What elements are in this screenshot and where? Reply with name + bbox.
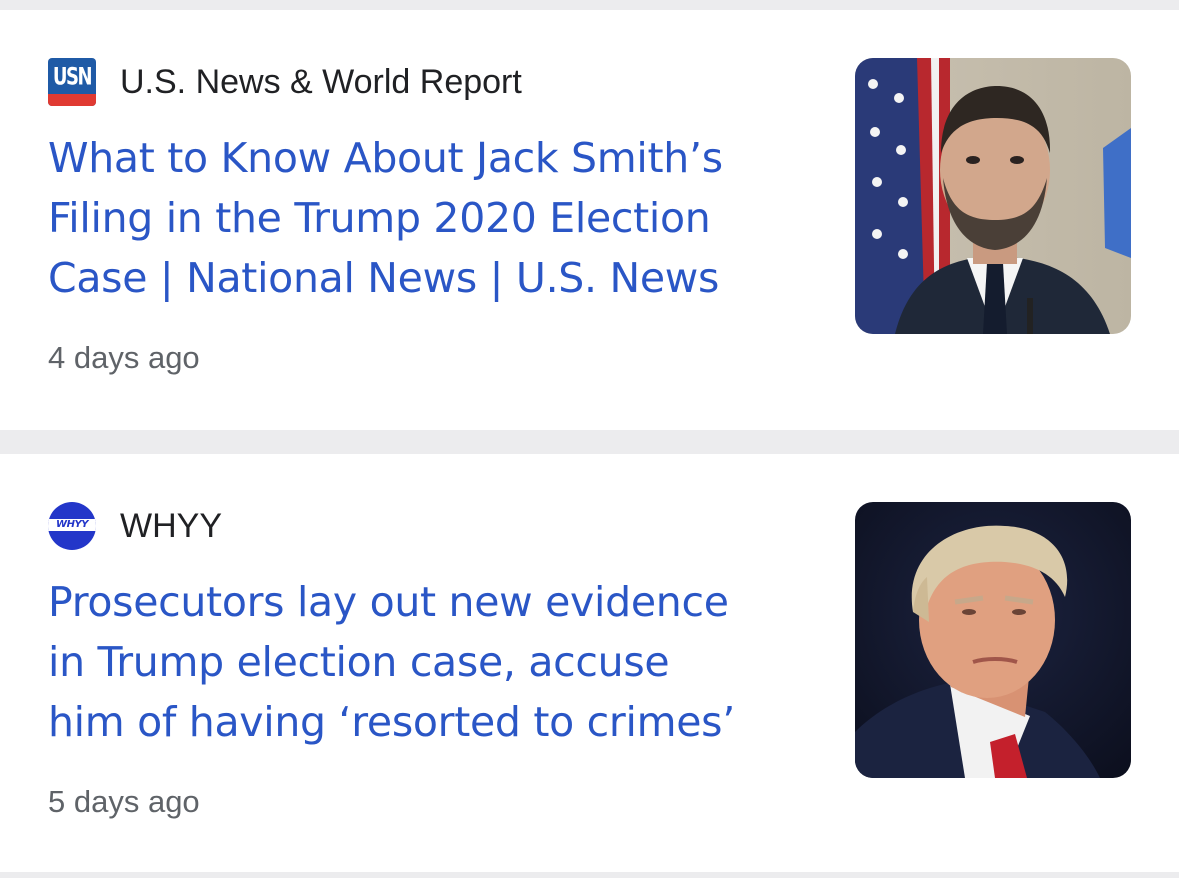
photo-man-dark-background-image (855, 502, 1131, 778)
article-thumbnail[interactable] (855, 58, 1131, 334)
photo-man-beard-flag-image (855, 58, 1131, 334)
source-name: U.S. News & World Report (120, 63, 522, 101)
source-name: WHYY (120, 507, 222, 545)
usn-logo-icon: USN (48, 58, 96, 106)
timestamp: 4 days ago (48, 340, 200, 375)
news-card[interactable]: USN U.S. News & World Report What to Kno… (0, 10, 1179, 430)
article-thumbnail[interactable] (855, 502, 1131, 778)
news-source: USN U.S. News & World Report (48, 58, 522, 106)
whyy-logo-icon: WHYY (48, 502, 96, 550)
news-card[interactable]: WHYY WHYY Prosecutors lay out new eviden… (0, 454, 1179, 872)
timestamp: 5 days ago (48, 784, 200, 819)
headline-link[interactable]: Prosecutors lay out new evidence in Trum… (48, 572, 808, 752)
news-source: WHYY WHYY (48, 502, 222, 550)
headline-link[interactable]: What to Know About Jack Smith’s Filing i… (48, 128, 808, 308)
